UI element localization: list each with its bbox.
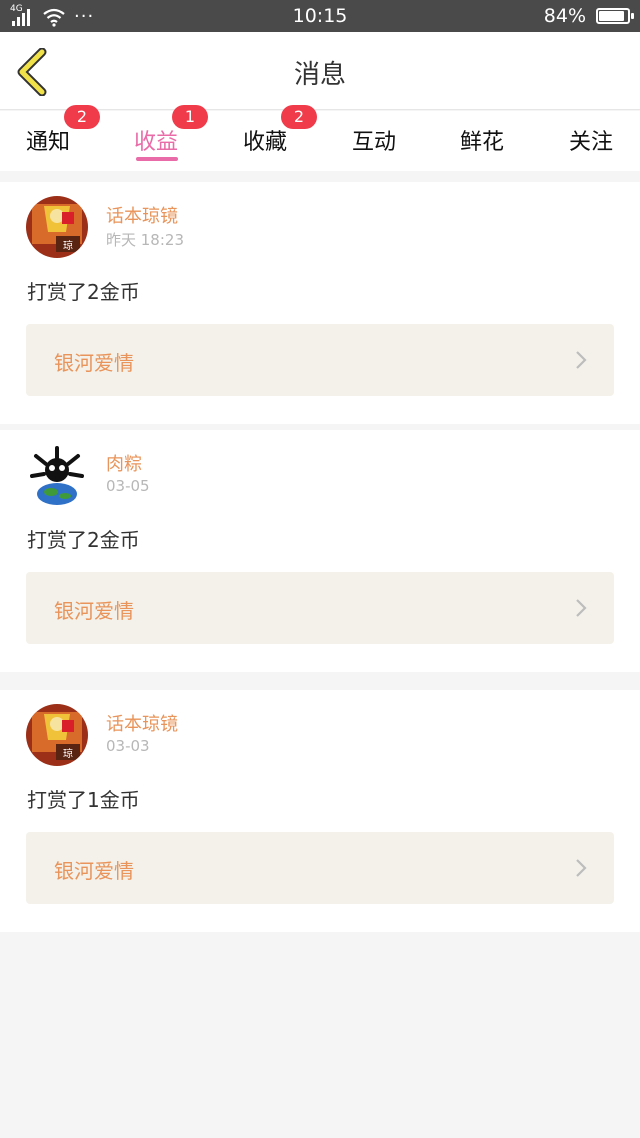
- tab-interaction[interactable]: 互动: [352, 111, 398, 171]
- tab-label: 互动: [352, 130, 397, 155]
- unread-badge: 1: [172, 105, 208, 129]
- nav-bar: 消息: [0, 32, 640, 110]
- book-link[interactable]: 银河爱情: [26, 832, 614, 904]
- chevron-right-icon: [576, 599, 587, 617]
- chevron-left-icon: [17, 47, 47, 97]
- tab-notice[interactable]: 通知 2: [26, 105, 100, 171]
- message-time: 03-05: [106, 477, 150, 495]
- battery-icon: [596, 8, 634, 24]
- book-title: 银河爱情: [54, 351, 134, 375]
- book-cover-avatar[interactable]: 琼: [26, 704, 88, 766]
- user-name[interactable]: 话本琼镜: [106, 710, 178, 736]
- page-title: 消息: [293, 60, 346, 90]
- status-icons-right: 84%: [543, 5, 634, 27]
- user-name[interactable]: 话本琼镜: [106, 202, 178, 228]
- tab-bar: 通知 2 收益 1 收藏 2 互动 鲜花 关注: [0, 105, 640, 171]
- unread-badge: 2: [281, 105, 317, 129]
- unread-badge: 2: [64, 105, 100, 129]
- tab-label: 关注: [569, 130, 614, 155]
- message-text: 打赏了2金币: [27, 528, 140, 552]
- chevron-right-icon: [576, 859, 587, 877]
- tab-income[interactable]: 收益 1: [134, 105, 208, 171]
- back-button[interactable]: [14, 47, 54, 97]
- book-title: 银河爱情: [54, 859, 134, 883]
- book-title: 银河爱情: [54, 599, 134, 623]
- battery-percent: 84%: [543, 5, 586, 27]
- tab-favorites[interactable]: 收藏 2: [243, 105, 317, 171]
- book-link[interactable]: 银河爱情: [26, 572, 614, 644]
- battery-level: [599, 11, 625, 21]
- svg-text:琼: 琼: [63, 747, 73, 760]
- tab-label: 鲜花: [460, 130, 505, 155]
- svg-text:琼: 琼: [63, 239, 73, 252]
- book-link[interactable]: 银河爱情: [26, 324, 614, 396]
- message-time: 03-03: [106, 737, 150, 755]
- book-cover-avatar[interactable]: 琼: [26, 196, 88, 258]
- user-name[interactable]: 肉粽: [106, 450, 142, 476]
- tab-flowers[interactable]: 鲜花: [460, 111, 506, 171]
- message-card: 琼 话本琼镜 03-03 打赏了1金币 银河爱情: [0, 690, 640, 932]
- tab-following[interactable]: 关注: [569, 111, 615, 171]
- message-time: 昨天 18:23: [106, 231, 184, 249]
- chevron-right-icon: [576, 351, 587, 369]
- status-bar: 4G ··· 10:15 84%: [0, 0, 640, 32]
- message-card: 肉粽 03-05 打赏了2金币 银河爱情: [0, 430, 640, 672]
- message-text: 打赏了2金币: [27, 280, 140, 304]
- active-tab-indicator: [136, 157, 178, 161]
- message-card: 琼 话本琼镜 昨天 18:23 打赏了2金币 银河爱情: [0, 182, 640, 424]
- bone-skull-avatar[interactable]: [26, 444, 88, 506]
- message-text: 打赏了1金币: [27, 788, 140, 812]
